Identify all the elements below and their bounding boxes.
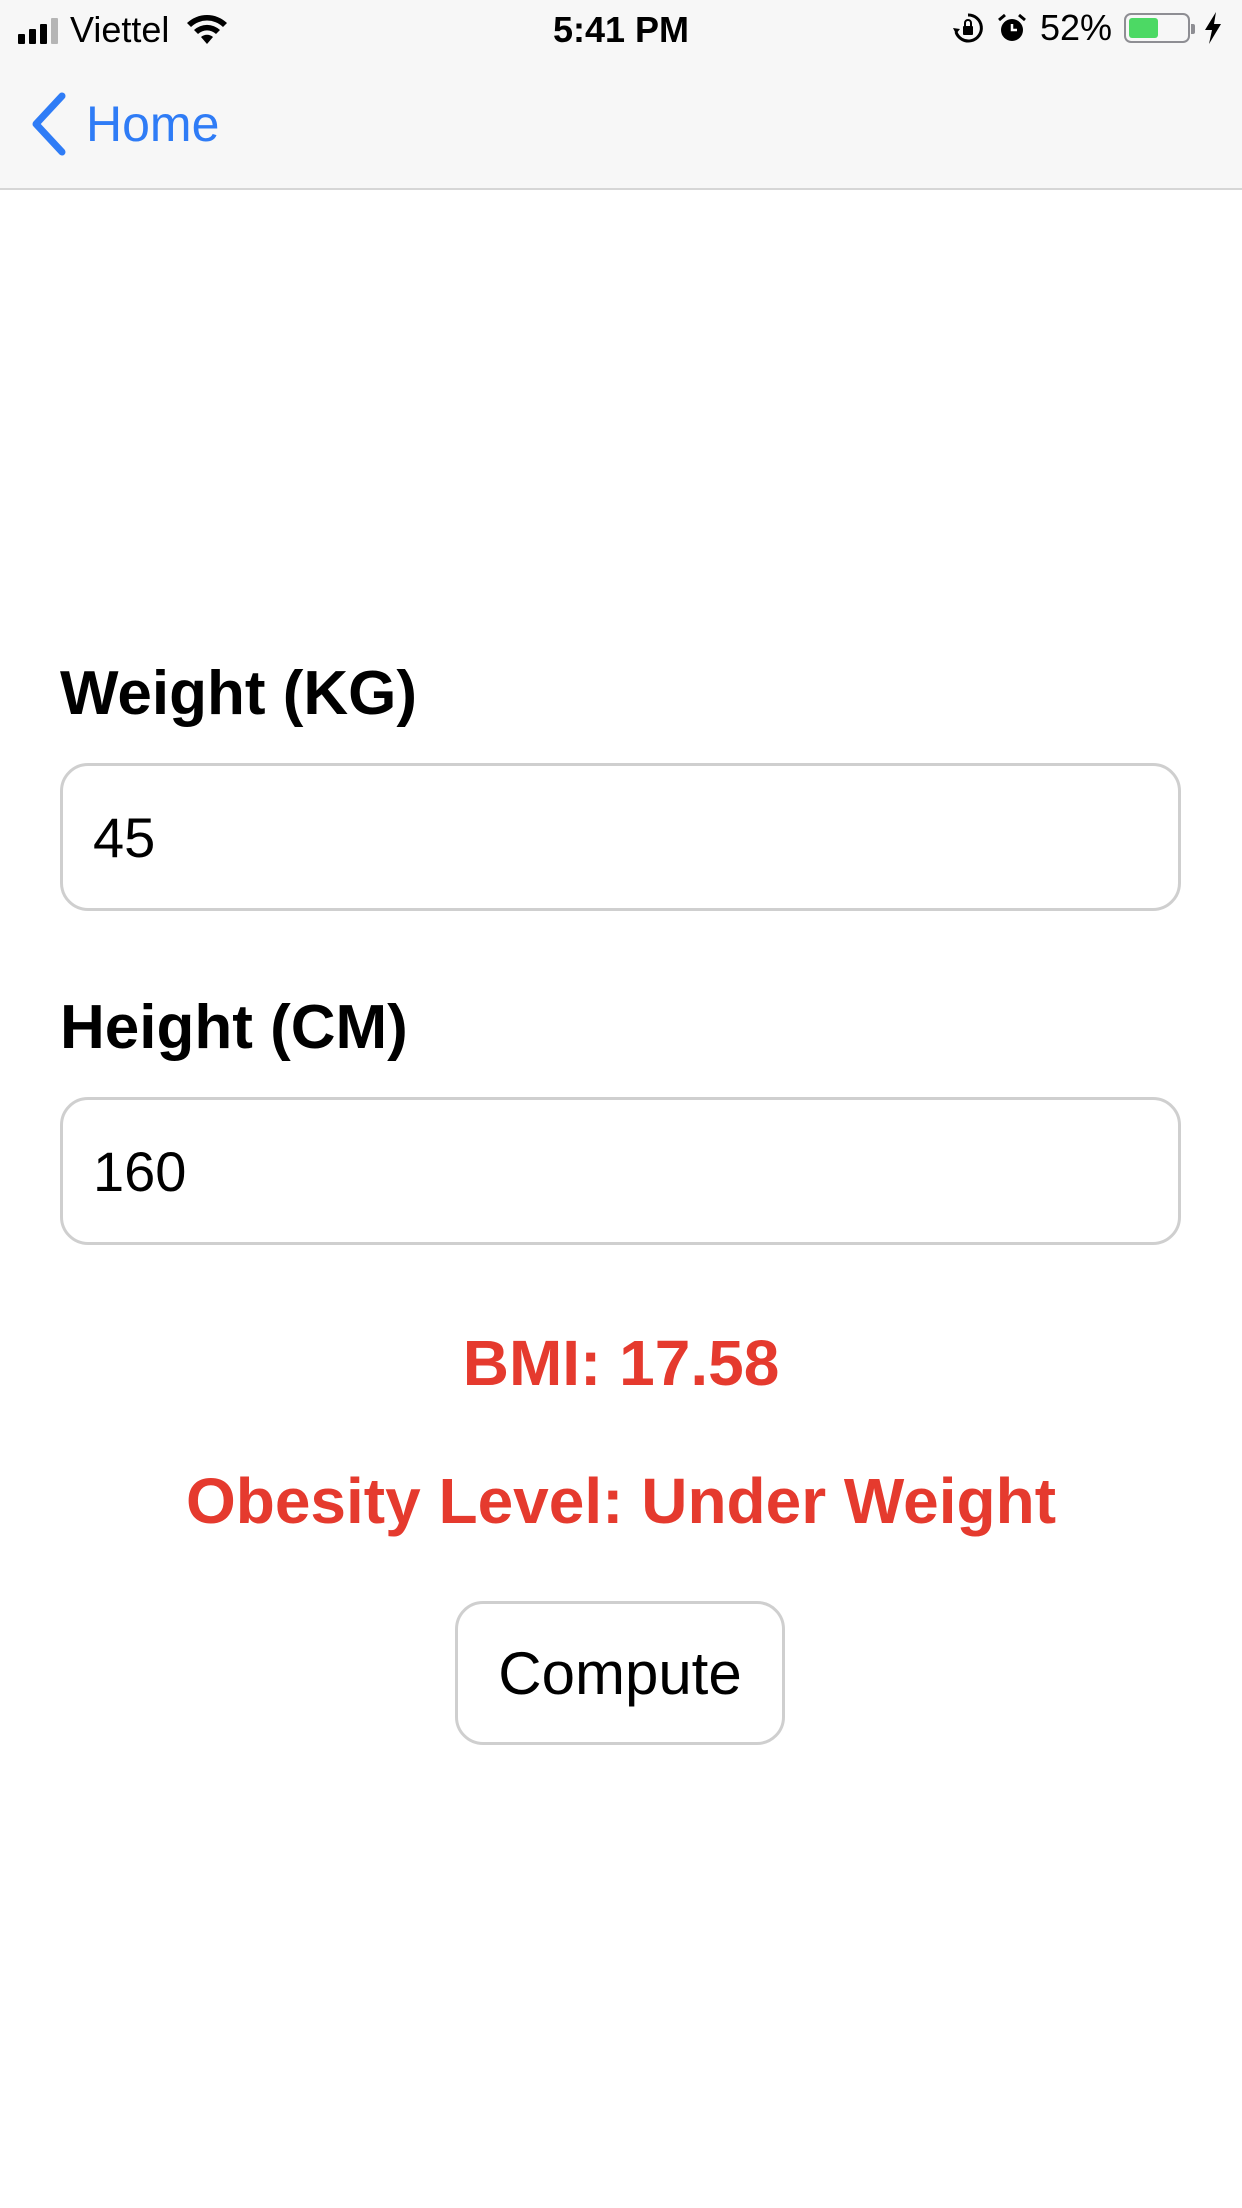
- weight-label: Weight (KG): [60, 659, 418, 728]
- weight-input[interactable]: [60, 763, 1181, 911]
- orientation-lock-icon: [952, 13, 983, 43]
- battery-percent: 52%: [1039, 7, 1112, 48]
- charging-icon: [1205, 12, 1221, 44]
- compute-button[interactable]: Compute: [455, 1601, 785, 1745]
- back-button-label: Home: [86, 96, 220, 152]
- alarm-icon: [997, 13, 1026, 41]
- obesity-level: Obesity Level: Under Weight: [185, 1465, 1057, 1537]
- battery-cap: [1191, 24, 1195, 34]
- battery-fill: [1129, 18, 1158, 38]
- height-label: Height (CM): [60, 993, 408, 1062]
- back-button[interactable]: Home: [28, 92, 219, 156]
- status-bar: Viettel 5:41 PM 52%: [0, 0, 1242, 62]
- chevron-left-icon: [32, 92, 66, 156]
- battery-icon: [1124, 13, 1195, 43]
- bmi-result: BMI: 17.58: [462, 1327, 780, 1399]
- navigation-bar: Home: [0, 62, 1242, 190]
- height-input[interactable]: [60, 1097, 1181, 1245]
- status-right: 52%: [952, 8, 1224, 48]
